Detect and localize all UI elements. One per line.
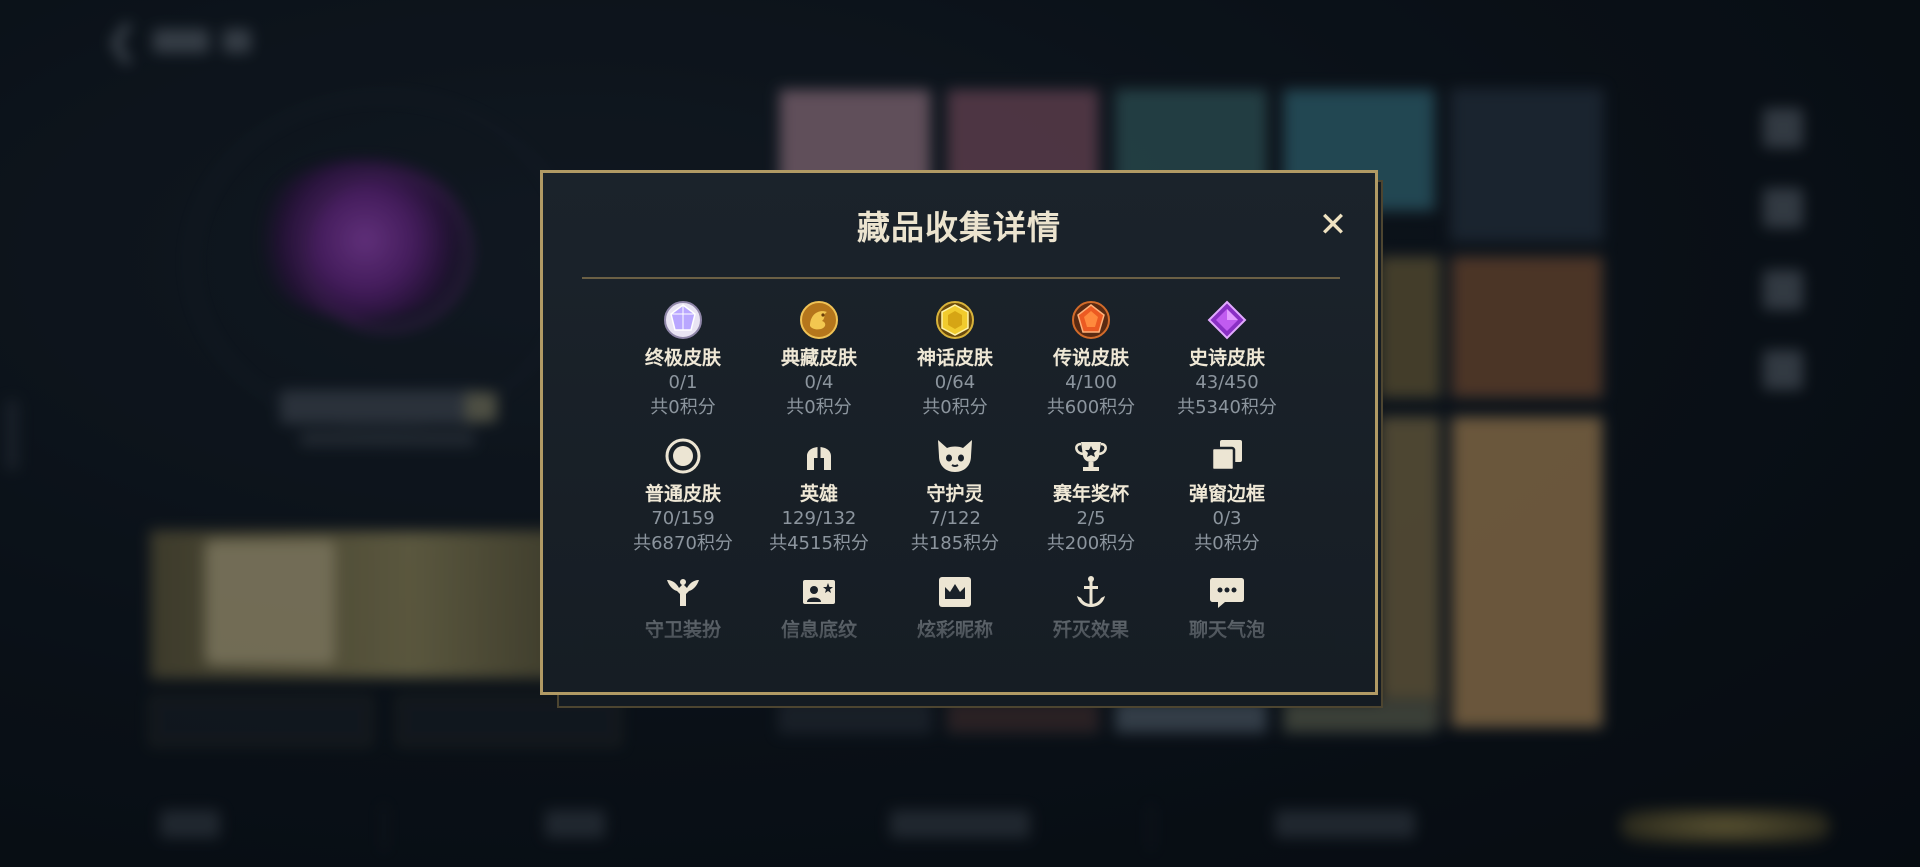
category-name: 神话皮肤 (916, 347, 993, 369)
category-mythic-skin[interactable]: 神话皮肤 0/64 共0积分 (887, 299, 1023, 425)
category-colored-nickname[interactable]: 炫彩昵称 (887, 571, 1023, 697)
category-count: 0/1 (668, 372, 698, 393)
season-trophy-icon (1070, 435, 1112, 477)
dialog-title: 藏品收集详情 (857, 208, 1061, 247)
category-popup-frame[interactable]: 弹窗边框 0/3 共0积分 (1159, 435, 1295, 561)
category-points: 共0积分 (1194, 533, 1260, 554)
profile-banner-icon (798, 571, 840, 613)
category-points: 共6870积分 (633, 533, 733, 554)
category-name: 守卫装扮 (644, 619, 721, 641)
prestige-skin-icon (798, 299, 840, 341)
category-name: 炫彩昵称 (916, 619, 993, 641)
category-count: 0/64 (934, 372, 976, 393)
category-points: 共0积分 (650, 397, 716, 418)
collection-screen: ❮ 藏品收集详情 ✕ 终极皮肤 0/1 共0积分 典藏皮肤 0/4 共0积分 神… (0, 0, 1920, 867)
popup-frame-icon (1206, 435, 1248, 477)
legendary-skin-icon (1070, 299, 1112, 341)
category-points: 共5340积分 (1177, 397, 1277, 418)
category-season-trophy[interactable]: 赛年奖杯 2/5 共200积分 (1023, 435, 1159, 561)
ultimate-skin-icon (662, 299, 704, 341)
category-name: 典藏皮肤 (780, 347, 857, 369)
title-divider (582, 277, 1340, 279)
category-count: 4/100 (1065, 372, 1117, 393)
category-ultimate-skin[interactable]: 终极皮肤 0/1 共0积分 (615, 299, 751, 425)
colored-nickname-icon (934, 571, 976, 613)
guardian-spirit-icon (934, 435, 976, 477)
category-count: 0/4 (804, 372, 834, 393)
category-elimination-effect[interactable]: 歼灭效果 (1023, 571, 1159, 697)
elimination-effect-icon (1070, 571, 1112, 613)
category-prestige-skin[interactable]: 典藏皮肤 0/4 共0积分 (751, 299, 887, 425)
category-legendary-skin[interactable]: 传说皮肤 4/100 共600积分 (1023, 299, 1159, 425)
category-common-skin[interactable]: 普通皮肤 70/159 共6870积分 (615, 435, 751, 561)
category-points: 共0积分 (786, 397, 852, 418)
category-name: 信息底纹 (780, 619, 857, 641)
category-count: 7/122 (929, 508, 981, 529)
close-icon: ✕ (1318, 205, 1348, 245)
category-count: 2/5 (1076, 508, 1106, 529)
category-count: 0/3 (1212, 508, 1242, 529)
chat-bubble-icon (1206, 571, 1248, 613)
ward-skin-icon (662, 571, 704, 613)
category-name: 普通皮肤 (644, 483, 721, 505)
category-name: 英雄 (799, 483, 838, 505)
category-count: 70/159 (651, 508, 715, 529)
category-count: 43/450 (1195, 372, 1259, 393)
category-chat-bubble[interactable]: 聊天气泡 (1159, 571, 1295, 697)
collection-details-dialog: 藏品收集详情 ✕ 终极皮肤 0/1 共0积分 典藏皮肤 0/4 共0积分 神话皮… (540, 170, 1378, 695)
category-name: 歼灭效果 (1052, 619, 1129, 641)
epic-skin-icon (1206, 299, 1248, 341)
category-name: 终极皮肤 (644, 347, 721, 369)
category-epic-skin[interactable]: 史诗皮肤 43/450 共5340积分 (1159, 299, 1295, 425)
category-guardian-spirit[interactable]: 守护灵 7/122 共185积分 (887, 435, 1023, 561)
category-profile-banner[interactable]: 信息底纹 (751, 571, 887, 697)
close-button[interactable]: ✕ (1313, 205, 1353, 245)
category-count: 129/132 (781, 508, 857, 529)
category-name: 史诗皮肤 (1188, 347, 1265, 369)
category-points: 共4515积分 (769, 533, 869, 554)
category-name: 弹窗边框 (1188, 483, 1265, 505)
category-points: 共600积分 (1046, 397, 1136, 418)
category-name: 传说皮肤 (1052, 347, 1129, 369)
category-champion[interactable]: 英雄 129/132 共4515积分 (751, 435, 887, 561)
category-points: 共185积分 (910, 533, 1000, 554)
category-name: 聊天气泡 (1188, 619, 1265, 641)
category-points: 共200积分 (1046, 533, 1136, 554)
champion-helmet-icon (798, 435, 840, 477)
collection-category-grid: 终极皮肤 0/1 共0积分 典藏皮肤 0/4 共0积分 神话皮肤 0/64 共0… (615, 299, 1295, 697)
category-name: 守护灵 (926, 483, 984, 505)
category-ward-skin[interactable]: 守卫装扮 (615, 571, 751, 697)
common-skin-icon (662, 435, 704, 477)
category-name: 赛年奖杯 (1052, 483, 1129, 505)
category-points: 共0积分 (922, 397, 988, 418)
mythic-skin-icon (934, 299, 976, 341)
